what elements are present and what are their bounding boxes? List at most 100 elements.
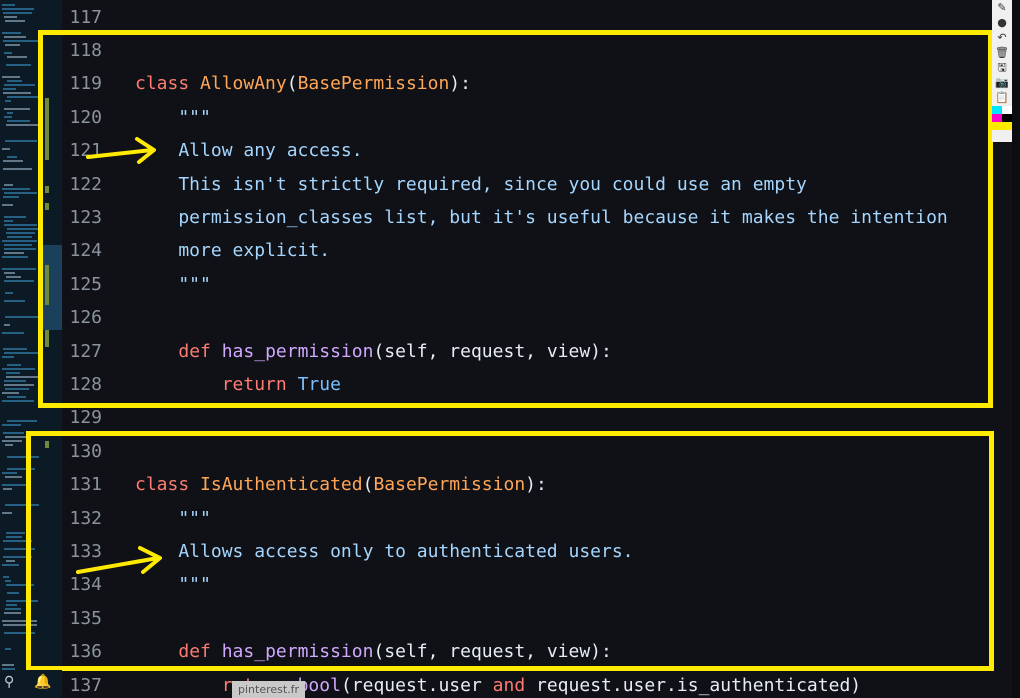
minimap-line (6, 376, 40, 378)
color-swatch[interactable] (1002, 114, 1012, 122)
minimap-line (7, 56, 27, 58)
code-token: This isn't strictly required, since you … (135, 173, 807, 195)
code-line[interactable]: 134 """ (62, 568, 211, 601)
status-area: ⚲ 🔔 (0, 670, 62, 698)
line-number: 137 (69, 674, 102, 696)
minimap-line (2, 204, 13, 206)
minimap-line (5, 388, 29, 390)
code-line[interactable]: 136 def has_permission(self, request, vi… (62, 635, 611, 668)
gutter-change-marker (45, 441, 49, 448)
minimap[interactable] (0, 0, 62, 698)
code-line[interactable]: 135 (62, 602, 135, 635)
minimap-line (5, 292, 13, 294)
line-number: 117 (69, 6, 102, 28)
code-token: permission_classes list, but it's useful… (135, 206, 948, 228)
code-line[interactable]: 117 (62, 1, 135, 34)
code-line[interactable]: 121 Allow any access. (62, 134, 362, 167)
code-line[interactable]: 123 permission_classes list, but it's us… (62, 201, 948, 234)
code-line[interactable]: 132 """ (62, 502, 210, 535)
line-number: 122 (69, 173, 102, 195)
code-line[interactable]: 126 (62, 301, 135, 334)
code-line[interactable]: 137 return bool(request.user and request… (62, 669, 861, 698)
minimap-line (4, 280, 34, 282)
watermark-tag: pinterest.fr (232, 681, 306, 698)
code-editor[interactable]: 117 118 119 class AllowAny(BasePermission):… (62, 0, 992, 698)
line-number: 119 (69, 73, 102, 95)
color-swatch[interactable] (1002, 106, 1012, 114)
minimap-viewport[interactable] (40, 245, 62, 330)
minimap-line (2, 664, 14, 666)
minimap-line (4, 16, 17, 18)
code-line[interactable]: 127 def has_permission(self, request, vi… (62, 335, 612, 368)
minimap-line (6, 124, 38, 126)
code-token: ( (362, 474, 374, 496)
code-line[interactable]: 122 This isn't strictly required, since … (62, 168, 807, 201)
code-line[interactable]: 120 """ (62, 101, 210, 134)
filter-icon[interactable]: ⚲ (4, 674, 14, 690)
minimap-line (2, 620, 37, 622)
code-line[interactable]: 124 more explicit. (62, 234, 330, 267)
annotation-toolbar[interactable]: ✎ ● ↶ 🗑 🖫 📷 📋 (992, 0, 1012, 142)
line-number: 131 (69, 474, 102, 496)
minimap-line (6, 232, 35, 234)
code-token: (self, request, view): (373, 340, 612, 362)
code-token: more explicit. (135, 240, 331, 262)
minimap-line (5, 316, 38, 318)
color-swatches[interactable] (992, 106, 1012, 130)
code-line[interactable]: 130 (62, 435, 135, 468)
minimap-line (3, 196, 19, 198)
code-line[interactable]: 131 class IsAuthenticated(BasePermission)… (62, 468, 546, 501)
gutter-change-marker (45, 203, 49, 210)
minimap-line (7, 592, 19, 594)
minimap-line (7, 236, 32, 238)
dot-icon[interactable]: ● (992, 15, 1012, 30)
code-line[interactable]: 129 (62, 401, 135, 434)
minimap-line (7, 228, 39, 230)
minimap-line (6, 604, 17, 606)
gutter-change-marker (45, 330, 49, 347)
bell-icon[interactable]: 🔔 (34, 674, 51, 690)
minimap-line (7, 396, 26, 398)
minimap-line (2, 268, 36, 270)
window-edge (1012, 0, 1020, 698)
code-token: def (178, 340, 211, 362)
minimap-line (4, 300, 25, 302)
minimap-line (2, 512, 12, 514)
undo-icon[interactable]: ↶ (992, 30, 1012, 45)
minimap-line (7, 420, 37, 422)
code-token: """ (135, 574, 211, 596)
code-line[interactable]: 125 """ (62, 268, 210, 301)
color-swatch[interactable] (992, 114, 1002, 122)
line-number: 125 (69, 273, 102, 295)
code-line[interactable]: 119 class AllowAny(BasePermission): (62, 67, 471, 100)
minimap-line (4, 324, 10, 326)
minimap-line (7, 80, 22, 82)
minimap-line (3, 348, 27, 350)
save-icon[interactable]: 🖫 (992, 60, 1012, 75)
code-line[interactable]: 128 return True (62, 368, 340, 401)
clipboard-icon[interactable]: 📋 (992, 90, 1012, 105)
minimap-line (2, 8, 34, 10)
minimap-line (4, 244, 32, 246)
color-swatch[interactable] (992, 106, 1002, 114)
code-line[interactable]: 133 Allows access only to authenticated … (62, 535, 633, 568)
screenshot-icon[interactable]: 📷 (992, 75, 1012, 90)
line-number: 129 (69, 407, 102, 429)
line-number: 128 (69, 373, 102, 395)
color-swatch[interactable] (992, 122, 1002, 130)
pen-icon[interactable]: ✎ (992, 0, 1012, 15)
minimap-line (6, 64, 31, 66)
minimap-line (2, 440, 22, 442)
code-token: IsAuthenticated (200, 474, 363, 496)
line-number: 132 (69, 507, 102, 529)
color-swatch[interactable] (1002, 122, 1012, 130)
minimap-line (5, 44, 20, 46)
gutter-change-marker (45, 98, 49, 160)
trash-icon[interactable]: 🗑 (992, 45, 1012, 60)
code-line[interactable]: 118 (62, 34, 135, 67)
gutter-change-marker (45, 186, 49, 193)
minimap-line (4, 352, 38, 354)
line-number: 134 (69, 574, 102, 596)
